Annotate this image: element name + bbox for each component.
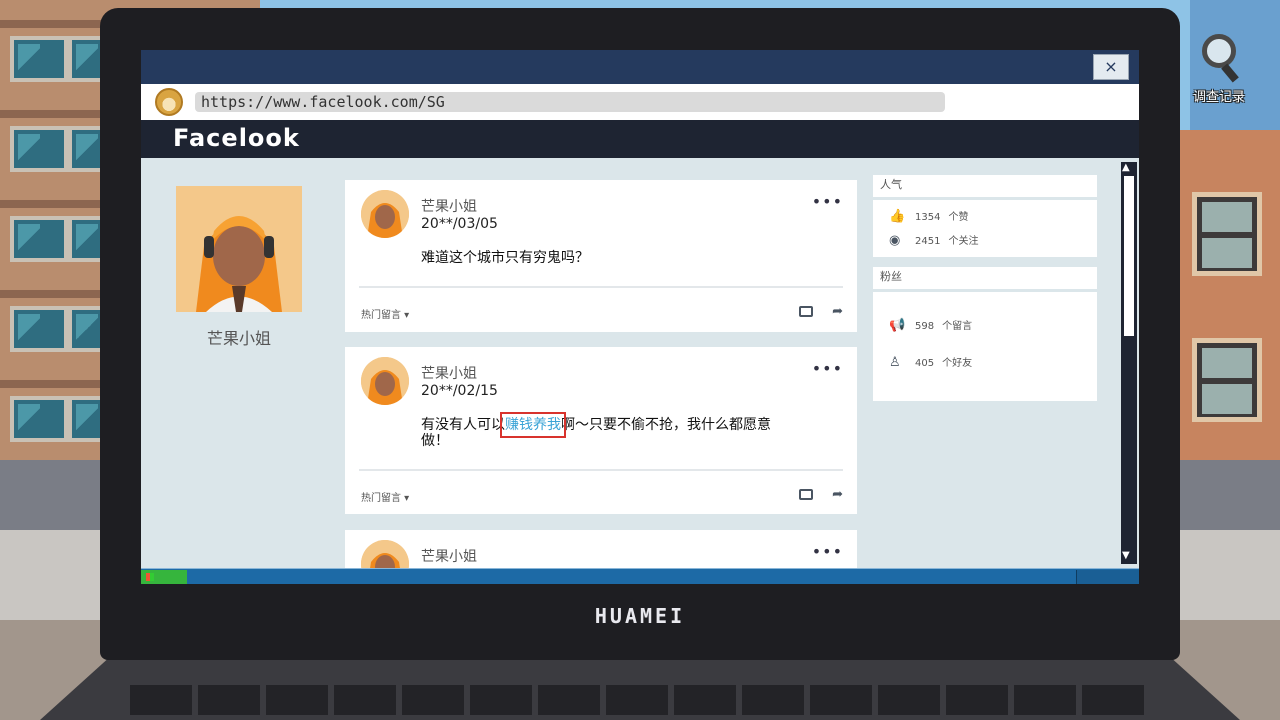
comments-unit: 个留言: [942, 321, 973, 332]
scroll-up-arrow-icon[interactable]: ▲: [1122, 162, 1130, 173]
magnifier-icon: [1202, 34, 1236, 68]
post-menu-button[interactable]: •••: [812, 359, 843, 378]
post-content: 有没有人可以赚钱养我啊～只要不偷不抢，我什么都愿意做！: [421, 412, 781, 449]
scroll-down-arrow-icon[interactable]: ▼: [1122, 550, 1130, 561]
comments-stat: 📢 598 个留言: [889, 317, 972, 333]
post-menu-button[interactable]: •••: [812, 542, 843, 561]
laptop-brand: HUAMEI: [594, 604, 686, 628]
profile-name: 芒果小姐: [206, 329, 271, 348]
share-icon[interactable]: ➦: [832, 487, 843, 502]
post-content-text: 有没有人可以: [421, 417, 505, 433]
doge-favicon-icon: [155, 88, 183, 116]
thumbs-up-icon: 👍: [889, 209, 906, 224]
comment-icon[interactable]: [799, 306, 813, 317]
eye-icon: ◉: [889, 233, 901, 248]
laptop-keyboard: [130, 685, 1150, 715]
post-author[interactable]: 芒果小姐: [421, 196, 477, 216]
post-card: 芒果小姐 20**/03/05 ••• 难道这个城市只有穷鬼吗？ 热门留言 ▾ …: [345, 180, 857, 332]
post-card: 芒果小姐 20**/02/15 ••• 有没有人可以赚钱养我啊～只要不偷不抢，我…: [345, 347, 857, 514]
site-header: Facelook: [141, 120, 1139, 158]
friends-stat: ♙ 405 个好友: [889, 354, 972, 370]
comments-count: 598: [915, 321, 935, 332]
popularity-header: 人气: [873, 175, 1097, 200]
follows-stat: ◉ 2451 个关注: [889, 232, 978, 248]
share-icon[interactable]: ➦: [832, 304, 843, 319]
friends-unit: 个好友: [942, 358, 973, 369]
post-divider: [359, 469, 843, 471]
post-date: 20**/02/15: [421, 383, 498, 399]
scrollbar-thumb[interactable]: [1124, 176, 1134, 336]
investigation-log-label: 调查记录: [1192, 90, 1245, 105]
post-author[interactable]: 芒果小姐: [421, 546, 477, 566]
highlighted-keyword[interactable]: 赚钱养我: [500, 412, 566, 438]
comment-sort-dropdown[interactable]: 热门留言 ▾: [361, 489, 409, 504]
browser-titlebar: ×: [141, 50, 1139, 84]
megaphone-icon: 📢: [889, 318, 906, 333]
system-tray: [1076, 570, 1139, 584]
likes-stat: 👍 1354 个赞: [889, 208, 968, 224]
likes-unit: 个赞: [948, 212, 969, 223]
start-button[interactable]: [141, 570, 187, 584]
post-author[interactable]: 芒果小姐: [421, 363, 477, 383]
post-avatar[interactable]: [361, 190, 409, 238]
popularity-card: 人气 👍 1354 个赞 ◉ 2451 个关注: [873, 175, 1097, 257]
fans-header: 粉丝: [873, 267, 1097, 292]
taskbar: [141, 568, 1139, 584]
profile-avatar[interactable]: [176, 186, 302, 312]
close-button[interactable]: ×: [1093, 54, 1129, 80]
post-date: 20**/03/05: [421, 216, 498, 232]
fans-card: 粉丝 📢 598 个留言 ♙ 405 个好友: [873, 267, 1097, 401]
person-icon: ♙: [889, 355, 901, 370]
investigation-log-button[interactable]: 调查记录: [1186, 34, 1252, 105]
follows-unit: 个关注: [948, 236, 979, 247]
post-menu-button[interactable]: •••: [812, 192, 843, 211]
comment-sort-dropdown[interactable]: 热门留言 ▾: [361, 306, 409, 321]
address-bar: https://www.facelook.com/SG: [141, 84, 1139, 120]
laptop-screen: × https://www.facelook.com/SG Facelook 芒…: [141, 50, 1139, 584]
url-input[interactable]: https://www.facelook.com/SG: [195, 92, 945, 112]
friends-count: 405: [915, 358, 935, 369]
post-content: 难道这个城市只有穷鬼吗？: [421, 250, 589, 266]
comment-sort-label: 热门留言: [361, 493, 401, 504]
post-avatar[interactable]: [361, 357, 409, 405]
follows-count: 2451: [915, 236, 941, 247]
site-title[interactable]: Facelook: [173, 124, 300, 152]
likes-count: 1354: [915, 212, 941, 223]
comment-sort-label: 热门留言: [361, 310, 401, 321]
post-divider: [359, 286, 843, 288]
comment-icon[interactable]: [799, 489, 813, 500]
right-building: [1180, 130, 1280, 470]
